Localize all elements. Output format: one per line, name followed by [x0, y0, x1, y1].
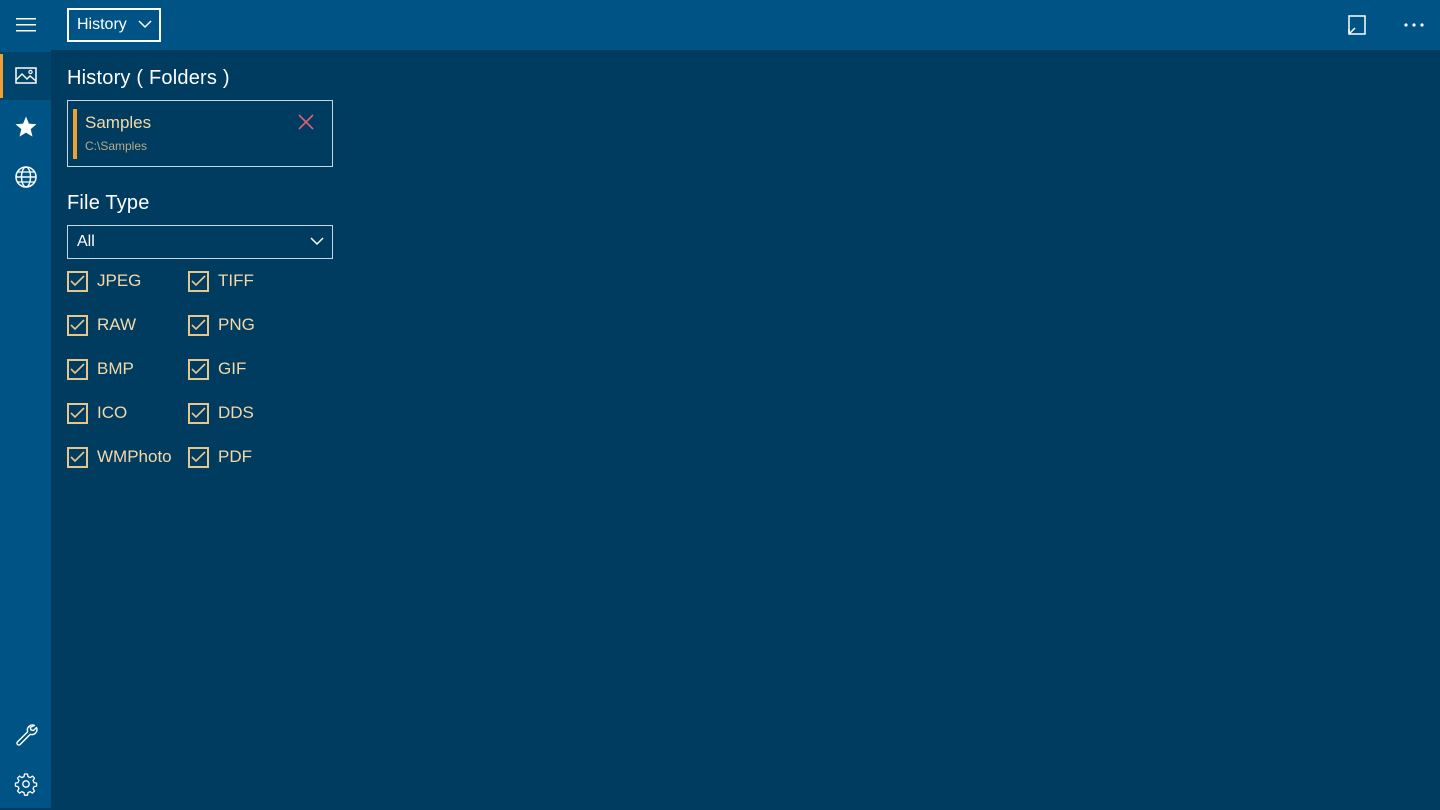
- checkbox-pdf[interactable]: PDF: [188, 445, 252, 469]
- file-type-dropdown-value: All: [77, 233, 95, 250]
- navigation-rail: [0, 0, 51, 808]
- checkbox-box[interactable]: [188, 314, 209, 336]
- checkmark-icon: [191, 451, 206, 463]
- more-options-icon: [1404, 23, 1424, 27]
- checkbox-box[interactable]: [67, 358, 88, 380]
- folder-accent-bar: [73, 109, 77, 159]
- checkbox-box[interactable]: [67, 446, 88, 468]
- nav-item-web[interactable]: [0, 153, 51, 201]
- open-panel-button[interactable]: [1339, 8, 1375, 42]
- checkbox-box[interactable]: [67, 402, 88, 424]
- checkmark-icon: [191, 407, 206, 419]
- chevron-down-icon: [310, 237, 324, 246]
- checkbox-label: GIF: [218, 359, 247, 378]
- checkbox-label: PNG: [218, 315, 255, 334]
- checkbox-label: RAW: [97, 315, 137, 334]
- checkbox-label: TIFF: [218, 271, 254, 290]
- checkbox-label: JPEG: [97, 271, 142, 290]
- nav-item-tools[interactable]: [0, 710, 51, 758]
- checkbox-label: DDS: [218, 403, 254, 422]
- checkbox-raw[interactable]: RAW: [67, 313, 136, 337]
- checkbox-box[interactable]: [188, 402, 209, 424]
- top-bar: History: [51, 0, 1440, 50]
- view-dropdown[interactable]: History: [67, 8, 161, 42]
- open-panel-icon: [1348, 15, 1366, 35]
- wrench-icon: [15, 724, 38, 746]
- checkmark-icon: [191, 319, 206, 331]
- gear-icon: [14, 773, 37, 796]
- nav-item-images[interactable]: [0, 52, 51, 100]
- checkmark-icon: [70, 319, 85, 331]
- checkbox-bmp[interactable]: BMP: [67, 357, 134, 381]
- remove-folder-close-icon[interactable]: [297, 113, 315, 131]
- history-title: History ( Folders ): [67, 67, 230, 89]
- checkmark-icon: [70, 275, 85, 287]
- file-type-dropdown[interactable]: All: [67, 225, 333, 259]
- nav-item-settings[interactable]: [0, 760, 51, 808]
- more-options-button[interactable]: [1396, 8, 1432, 42]
- checkmark-icon: [70, 363, 85, 375]
- globe-icon: [14, 166, 37, 188]
- chevron-down-icon: [138, 20, 152, 29]
- nav-item-favorites[interactable]: [0, 103, 51, 151]
- checkbox-tiff[interactable]: TIFF: [188, 269, 254, 293]
- folder-card[interactable]: Samples C:\Samples: [67, 100, 333, 167]
- checkbox-jpeg[interactable]: JPEG: [67, 269, 141, 293]
- checkmark-icon: [191, 363, 206, 375]
- star-icon: [15, 116, 36, 137]
- checkbox-dds[interactable]: DDS: [188, 401, 254, 425]
- hamburger-menu-icon: [15, 18, 36, 32]
- checkbox-wmphoto[interactable]: WMPhoto: [67, 445, 172, 469]
- file-type-title: File Type: [67, 192, 150, 214]
- checkmark-icon: [70, 407, 85, 419]
- checkbox-box[interactable]: [67, 270, 88, 292]
- checkbox-png[interactable]: PNG: [188, 313, 255, 337]
- image-icon: [14, 67, 37, 84]
- checkbox-box[interactable]: [188, 358, 209, 380]
- folder-name: Samples: [85, 113, 152, 132]
- hamburger-menu-button[interactable]: [0, 1, 51, 49]
- app-window: History History ( Folders ) Samples C:\S…: [0, 0, 1440, 810]
- checkbox-box[interactable]: [188, 446, 209, 468]
- checkbox-label: BMP: [97, 359, 134, 378]
- checkmark-icon: [191, 275, 206, 287]
- checkbox-gif[interactable]: GIF: [188, 357, 246, 381]
- checkbox-label: PDF: [218, 447, 252, 466]
- checkmark-icon: [70, 451, 85, 463]
- checkbox-box[interactable]: [188, 270, 209, 292]
- view-dropdown-value: History: [77, 16, 127, 33]
- folder-path: C:\Samples: [85, 139, 148, 153]
- checkbox-label: ICO: [97, 403, 128, 422]
- checkbox-label: WMPhoto: [97, 447, 172, 466]
- checkbox-ico[interactable]: ICO: [67, 401, 127, 425]
- checkbox-box[interactable]: [67, 314, 88, 336]
